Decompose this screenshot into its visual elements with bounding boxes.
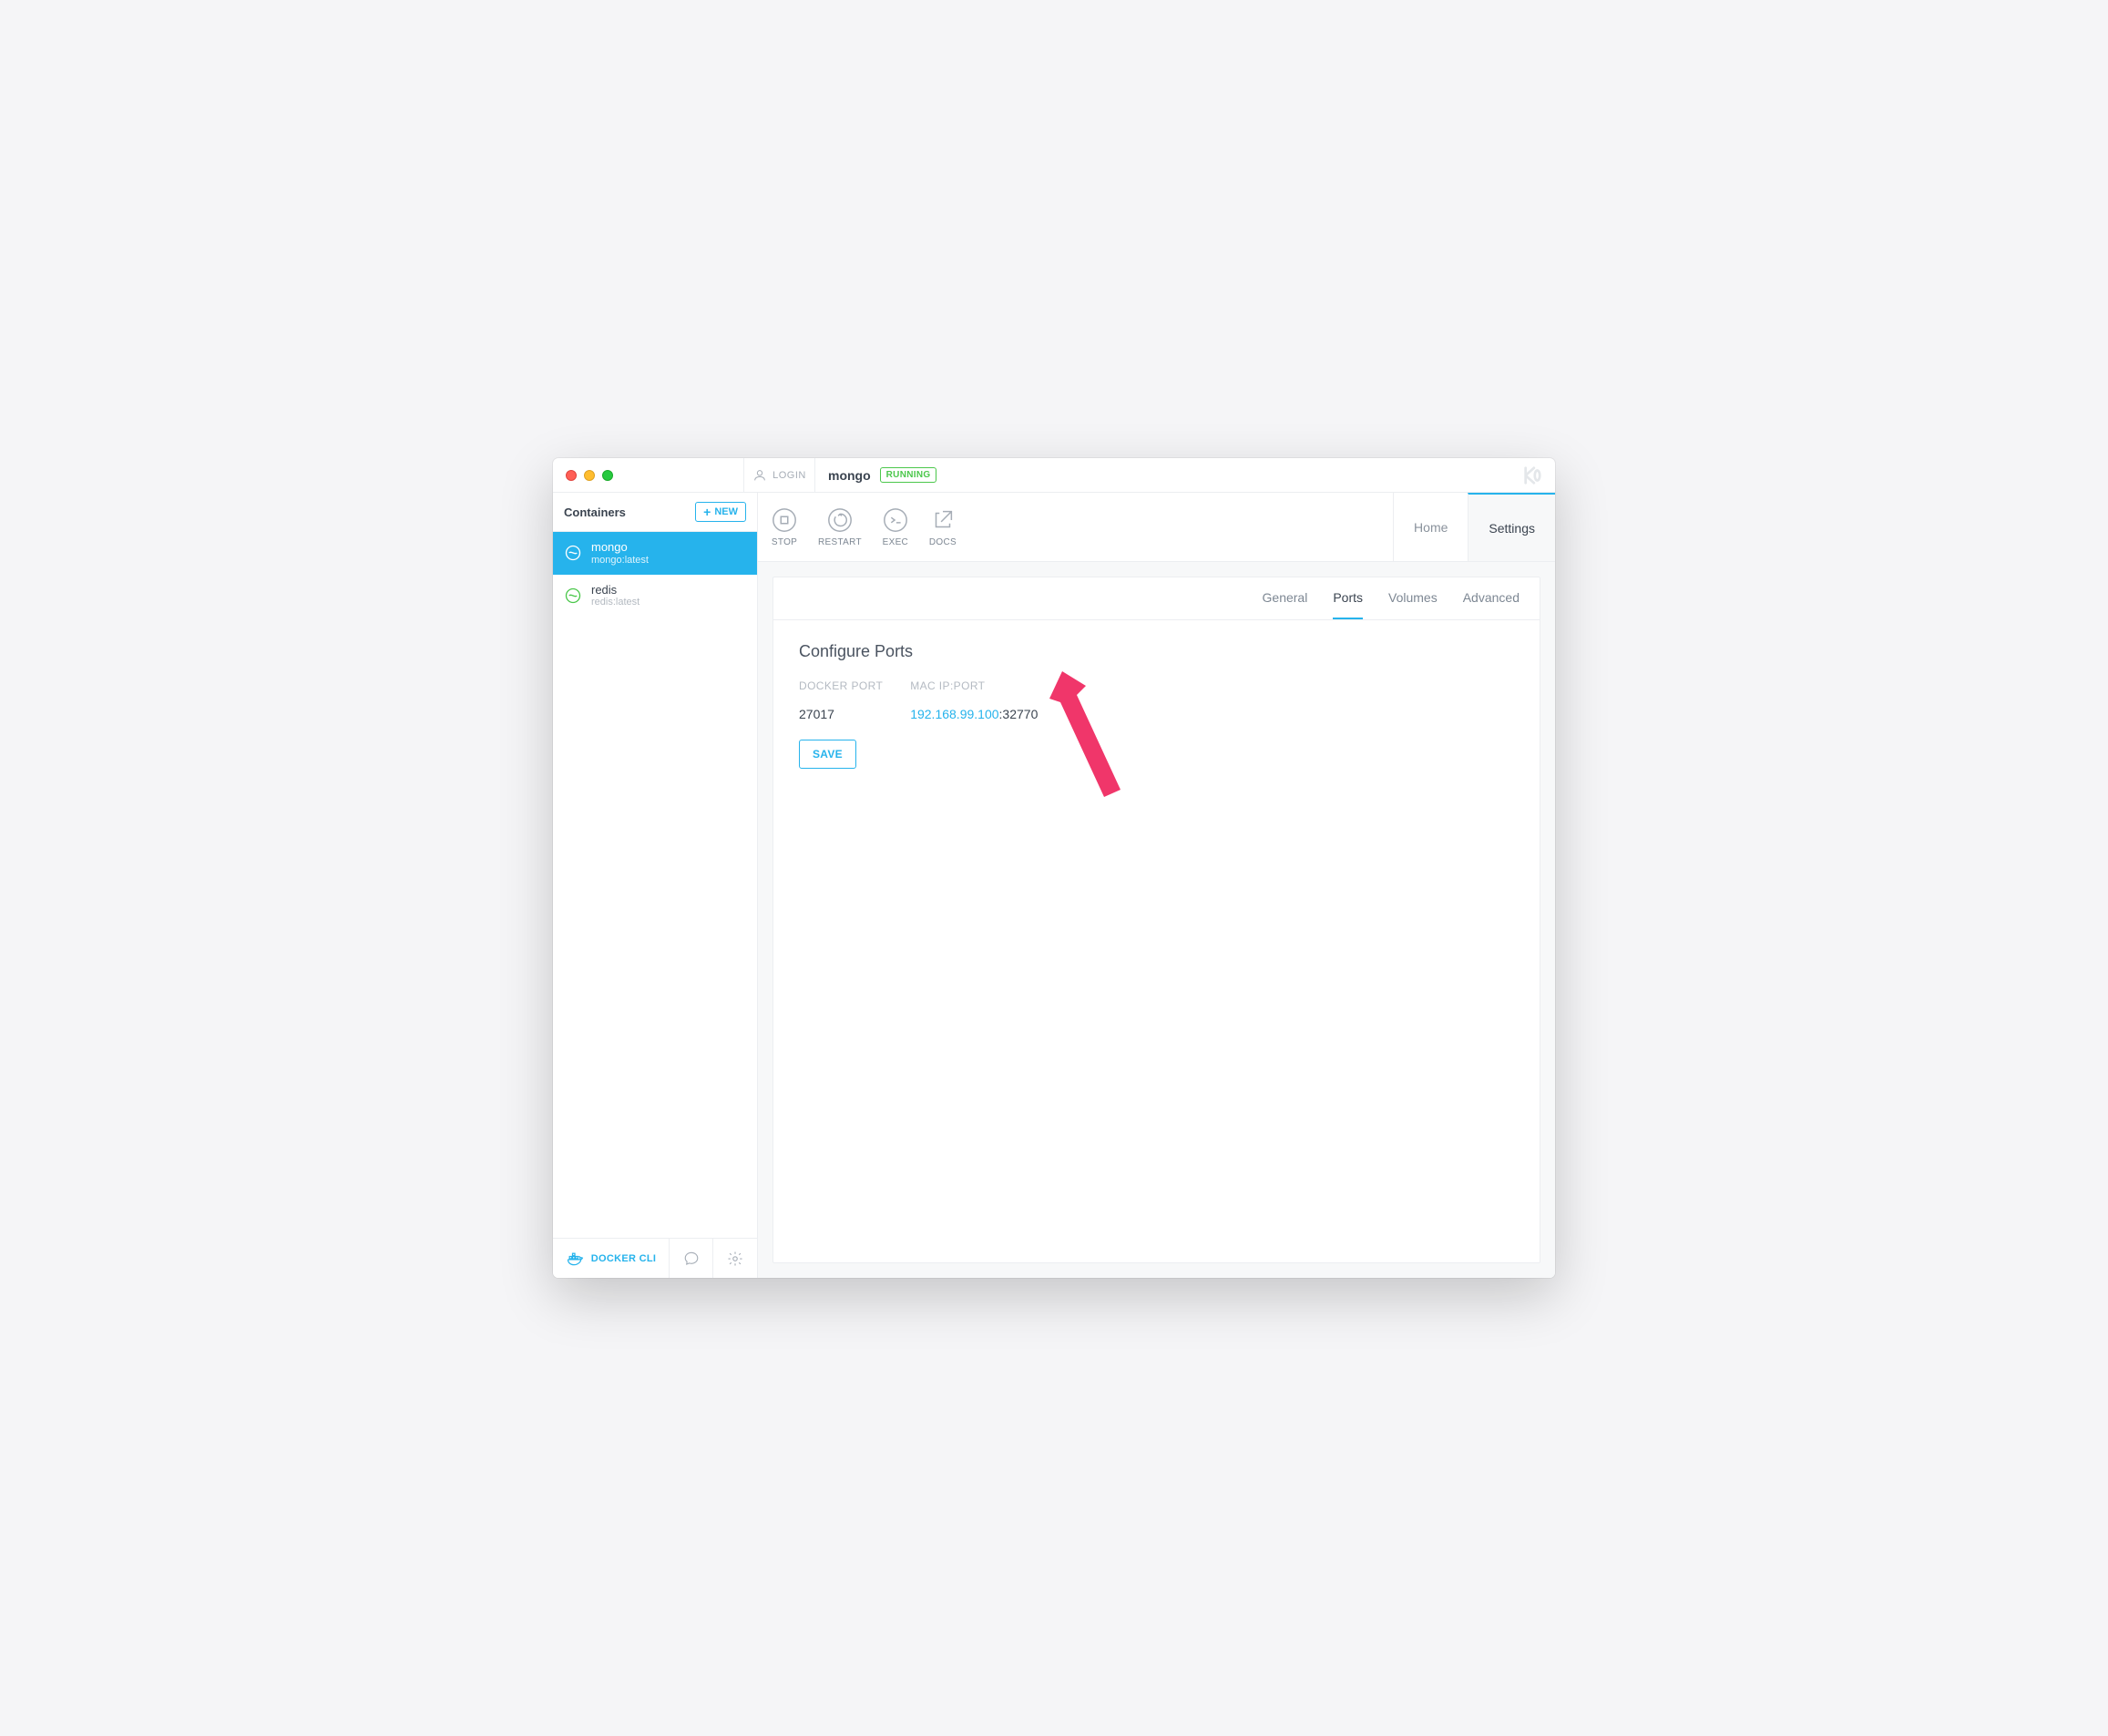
main-tabs: Home Settings <box>1393 493 1555 561</box>
app-window: LOGIN mongo RUNNING Containers + NEW <box>553 458 1555 1278</box>
container-running-icon <box>564 587 582 605</box>
gear-icon <box>727 1251 743 1267</box>
settings-subtabs: General Ports Volumes Advanced <box>773 577 1540 620</box>
stop-icon <box>771 506 798 534</box>
subtab-ports[interactable]: Ports <box>1333 590 1363 619</box>
external-link-icon <box>929 506 957 534</box>
chat-icon <box>683 1251 700 1267</box>
stop-button[interactable]: STOP <box>771 506 798 547</box>
sidebar-title: Containers <box>564 505 626 519</box>
container-list: mongo mongo:latest redis redis:latest <box>553 532 757 1238</box>
kitematic-logo-icon <box>1522 465 1542 485</box>
exec-label: EXEC <box>883 537 908 547</box>
cli-label: DOCKER CLI <box>591 1253 656 1264</box>
preferences-button[interactable] <box>713 1239 757 1278</box>
new-container-button[interactable]: + NEW <box>695 502 746 522</box>
table-row: 27017 192.168.99.100:32770 <box>799 707 1065 740</box>
cell-docker-port: 27017 <box>799 707 910 740</box>
title-main: mongo RUNNING <box>815 458 1509 492</box>
login-label: LOGIN <box>773 470 806 481</box>
restart-button[interactable]: RESTART <box>818 506 862 547</box>
tab-settings[interactable]: Settings <box>1468 493 1555 561</box>
exec-button[interactable]: EXEC <box>882 506 909 547</box>
terminal-icon <box>882 506 909 534</box>
docs-label: DOCS <box>929 537 957 547</box>
sidebar-item-sublabel: mongo:latest <box>591 555 649 567</box>
col-docker-port: DOCKER PORT <box>799 679 910 707</box>
window-controls <box>553 458 744 492</box>
sidebar-item-label: mongo <box>591 540 649 555</box>
col-mac-ip-port: MAC IP:PORT <box>910 679 1065 707</box>
body: Containers + NEW mongo mongo:latest <box>553 493 1555 1278</box>
save-button[interactable]: SAVE <box>799 740 856 769</box>
host-port: 32770 <box>1002 707 1038 721</box>
action-bar: STOP RESTART EXEC DOCS <box>771 493 1393 561</box>
restart-icon <box>826 506 854 534</box>
tab-home[interactable]: Home <box>1393 493 1468 561</box>
container-name: mongo <box>828 468 871 483</box>
sidebar: Containers + NEW mongo mongo:latest <box>553 493 758 1278</box>
status-badge: RUNNING <box>880 467 937 483</box>
content: General Ports Volumes Advanced Configure… <box>758 562 1555 1278</box>
docker-cli-button[interactable]: DOCKER CLI <box>553 1239 670 1278</box>
new-label: NEW <box>714 506 738 517</box>
subtab-volumes[interactable]: Volumes <box>1388 590 1438 619</box>
whale-icon <box>566 1250 584 1268</box>
docs-button[interactable]: DOCS <box>929 506 957 547</box>
plus-icon: + <box>703 507 711 516</box>
sidebar-header: Containers + NEW <box>553 493 757 532</box>
ports-table: DOCKER PORT MAC IP:PORT 27017 192.168.99… <box>799 679 1065 740</box>
login-button[interactable]: LOGIN <box>744 458 815 492</box>
ip-link[interactable]: 192.168.99.100 <box>910 707 998 721</box>
minimize-window-button[interactable] <box>584 470 595 481</box>
sidebar-item-sublabel: redis:latest <box>591 597 640 608</box>
titlebar: LOGIN mongo RUNNING <box>553 458 1555 493</box>
sidebar-item-mongo[interactable]: mongo mongo:latest <box>553 532 757 575</box>
subtab-general[interactable]: General <box>1263 590 1308 619</box>
cell-mac-ip-port: 192.168.99.100:32770 <box>910 707 1065 740</box>
zoom-window-button[interactable] <box>602 470 613 481</box>
section-title: Configure Ports <box>799 642 1514 661</box>
close-window-button[interactable] <box>566 470 577 481</box>
subtab-advanced[interactable]: Advanced <box>1463 590 1520 619</box>
feedback-button[interactable] <box>670 1239 713 1278</box>
panel-body: Configure Ports DOCKER PORT MAC IP:PORT <box>773 620 1540 791</box>
container-running-icon <box>564 544 582 562</box>
toolbar: STOP RESTART EXEC DOCS <box>758 493 1555 562</box>
sidebar-item-redis[interactable]: redis redis:latest <box>553 575 757 618</box>
brand-logo <box>1509 458 1555 492</box>
main: STOP RESTART EXEC DOCS <box>758 493 1555 1278</box>
sidebar-footer: DOCKER CLI <box>553 1238 757 1278</box>
user-icon <box>752 468 767 483</box>
settings-panel: General Ports Volumes Advanced Configure… <box>773 577 1540 1263</box>
sidebar-item-label: redis <box>591 583 640 597</box>
restart-label: RESTART <box>818 537 862 547</box>
stop-label: STOP <box>772 537 797 547</box>
